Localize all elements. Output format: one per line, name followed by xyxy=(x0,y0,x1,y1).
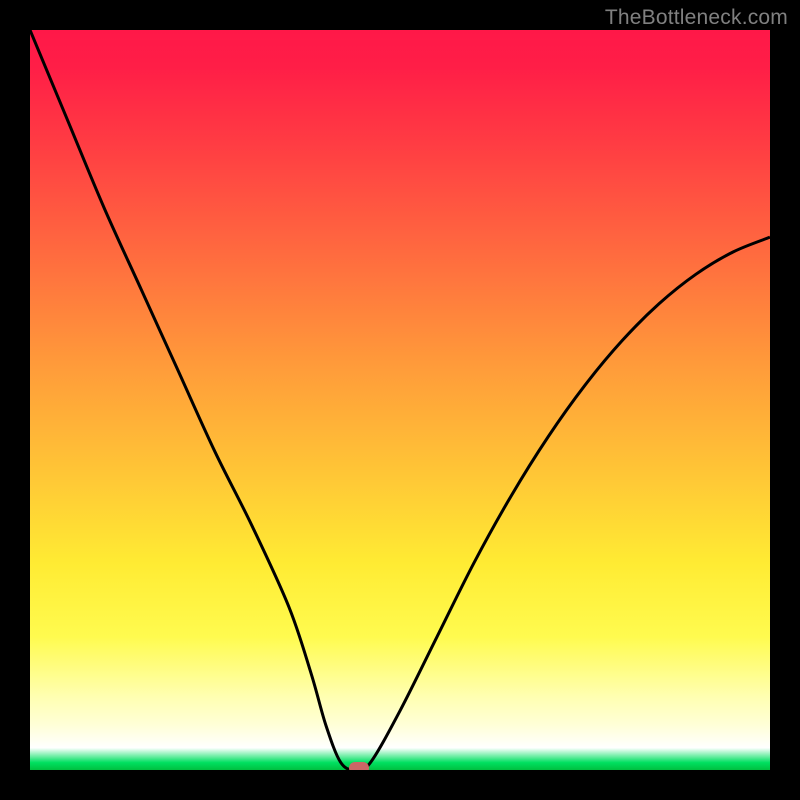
plot-area xyxy=(30,30,770,770)
bottleneck-curve xyxy=(30,30,770,770)
optimum-marker xyxy=(349,762,369,770)
watermark-text: TheBottleneck.com xyxy=(605,6,788,30)
chart-stage: TheBottleneck.com xyxy=(0,0,800,800)
